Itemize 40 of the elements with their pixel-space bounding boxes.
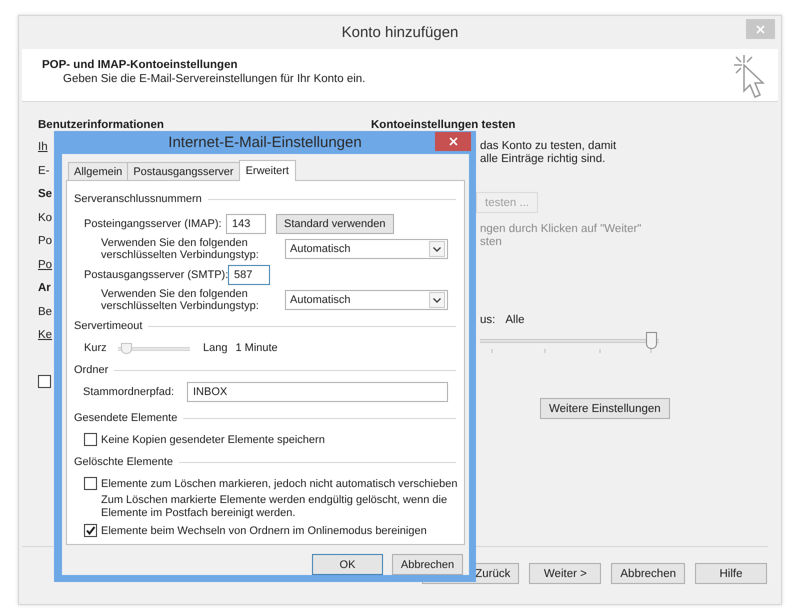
- field-label: Verwenden Sie den folgenden verschlüsselten Verbindungstyp:: [101, 288, 260, 312]
- description-text: das Konto zu testen, damit: [480, 140, 616, 153]
- field-label: Ko: [38, 210, 52, 226]
- field-label: Ih: [38, 140, 48, 155]
- header-subtitle: Geben Sie die E-Mail-Servereinstellungen für Ihr Konto ein.: [63, 73, 366, 85]
- field-label: Postausgangsserver (SMTP):: [84, 269, 228, 281]
- group-title: Gesendete Elemente: [74, 412, 178, 424]
- checkbox-label: Elemente zum Löschen markieren, jedoch nicht automatisch verschieben: [101, 478, 458, 490]
- field-label: Stammordnerpfad:: [83, 386, 176, 398]
- field-label: Verwenden Sie den folgenden verschlüsselten Verbindungstyp:: [101, 237, 260, 261]
- field-label: Ar: [38, 281, 51, 296]
- dropdown-value: Automatisch: [290, 294, 351, 306]
- window-title: Konto hinzufügen: [342, 24, 458, 41]
- group-title: Servertimeout: [74, 320, 142, 332]
- timeout-reading: 1 Minute: [235, 342, 278, 354]
- hint-text: sten: [480, 236, 503, 249]
- checkbox-label: Elemente beim Wechseln von Ordnern im Onlinemodus bereinigen: [101, 524, 427, 536]
- dropdown-value: Automatisch: [290, 243, 351, 255]
- group-title: Serveranschlussnummern: [74, 193, 202, 205]
- field-label: Po: [38, 258, 52, 272]
- slider-value: Alle: [505, 314, 525, 326]
- dialog-title: Internet-E-Mail-Einstellungen: [168, 134, 362, 151]
- slider-label: us:: [480, 314, 496, 326]
- field-label: Posteingangsserver (IMAP):: [84, 218, 223, 230]
- field-label: Se: [38, 187, 52, 202]
- field-label: E-: [38, 164, 50, 178]
- checkbox-label: Keine Kopien gesendeter Elemente speichern: [101, 434, 325, 446]
- header-title: POP- und IMAP-Kontoeinstellungen: [42, 59, 238, 71]
- hint-text: ngen durch Klicken auf "Weiter": [480, 223, 642, 236]
- slider-min-label: Kurz: [84, 342, 108, 354]
- field-label: Ke: [38, 328, 52, 343]
- section-heading: Kontoeinstellungen testen: [371, 118, 516, 132]
- group-title: Gelöschte Elemente: [74, 456, 174, 468]
- field-label: Po: [38, 234, 52, 249]
- slider-max-label: Lang: [203, 342, 228, 354]
- group-title: Ordner: [74, 364, 108, 376]
- hint-text: Zum Löschen markierte Elemente werden endgültig gelöscht, wenn die Elemente im Postfach bereinigt werden.: [101, 494, 448, 520]
- field-label: Be: [38, 304, 52, 320]
- section-heading: Benutzerinformationen: [38, 118, 164, 132]
- description-text: alle Einträge richtig sind.: [480, 153, 606, 166]
